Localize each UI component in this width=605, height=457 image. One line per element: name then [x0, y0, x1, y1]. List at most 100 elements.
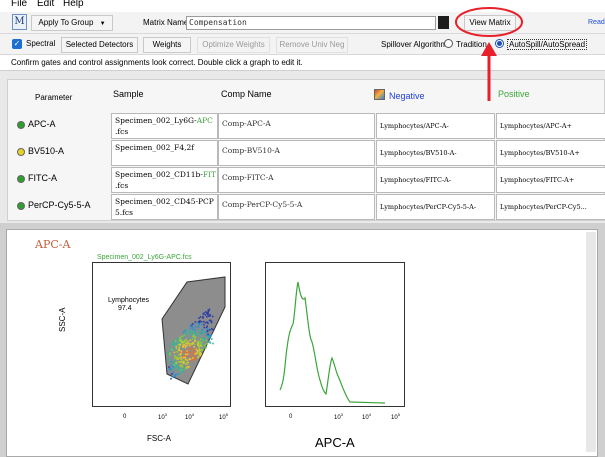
density-point — [177, 343, 180, 346]
vertical-scrollbar[interactable] — [586, 232, 596, 452]
density-point — [180, 350, 183, 353]
row-negative-gate[interactable]: Lymphocytes/APC-A- — [376, 113, 495, 139]
density-point — [196, 350, 199, 353]
density-point — [186, 351, 188, 354]
ready-link[interactable]: Read — [588, 19, 605, 26]
density-point — [196, 352, 198, 354]
controls-table: Parameter Sample Comp Name Negative Posi… — [7, 79, 605, 221]
density-point — [168, 368, 171, 371]
density-point — [189, 339, 192, 342]
scatter-ylabel: SSC-A — [58, 307, 67, 332]
row-sample-cell[interactable]: Specimen_002_CD45-PCP 5.fcs — [111, 194, 218, 220]
density-point — [181, 345, 184, 348]
panel-title: APC-A — [35, 238, 71, 251]
row-sample-ext: 5.fcs — [115, 208, 133, 217]
density-point — [174, 366, 177, 368]
density-point — [212, 328, 214, 331]
remove-univ-neg-button[interactable]: Remove Univ Neg — [276, 37, 348, 53]
density-point — [197, 356, 199, 359]
weights-button[interactable]: Weights — [143, 37, 191, 53]
row-comp-name-input[interactable]: Comp-PerCP-Cy5-5-A — [218, 194, 375, 220]
density-point — [178, 349, 180, 351]
row-comp-name-input[interactable]: Comp-APC-A — [218, 113, 375, 139]
density-point — [168, 350, 171, 352]
density-point — [192, 328, 194, 331]
selected-detectors-button[interactable]: Selected Detectors — [61, 37, 138, 53]
density-point — [191, 323, 194, 325]
density-point — [205, 334, 208, 336]
spectral-checkbox[interactable]: ✓ — [12, 39, 22, 49]
row-negative-gate[interactable]: Lymphocytes/BV510-A- — [376, 140, 495, 166]
density-point — [205, 311, 207, 313]
density-point — [172, 368, 175, 370]
density-point — [181, 360, 183, 362]
density-point — [177, 356, 179, 359]
density-point — [178, 361, 180, 363]
apply-to-group-button[interactable]: Apply To Group ▼ — [31, 15, 113, 31]
density-point — [200, 320, 203, 323]
density-point — [210, 321, 213, 324]
density-point — [185, 342, 187, 345]
scatter-plot[interactable] — [92, 262, 242, 408]
row-positive-gate[interactable]: Lymphocytes/FITC-A+ — [496, 167, 605, 193]
row-positive-gate[interactable]: Lymphocytes/APC-A+ — [496, 113, 605, 139]
view-matrix-button[interactable]: View Matrix — [464, 15, 516, 31]
scatter-tick-3: 103 — [158, 412, 167, 421]
row-comp-name-input[interactable]: Comp-FITC-A — [218, 167, 375, 193]
scatter-tick-5: 105 — [219, 412, 228, 421]
density-point — [194, 355, 196, 357]
row-parameter: FITC-A — [28, 173, 57, 183]
traditional-radio[interactable] — [444, 39, 453, 48]
gate-name-label: Lymphocytes — [108, 297, 149, 304]
row-positive-gate[interactable]: Lymphocytes/PerCP-Cy5... — [496, 194, 605, 220]
row-negative-gate[interactable]: Lymphocytes/FITC-A- — [376, 167, 495, 193]
row-sample-cell[interactable]: Specimen_002_CD11b-FIT .fcs — [111, 167, 218, 193]
density-point — [179, 370, 182, 372]
density-point — [181, 335, 184, 338]
menu-edit[interactable]: Edit — [37, 0, 54, 9]
row-positive-gate[interactable]: Lymphocytes/BV510-A+ — [496, 140, 605, 166]
density-point — [177, 366, 179, 368]
density-point — [185, 329, 188, 331]
row-comp-name-input[interactable]: Comp-BV510-A — [218, 140, 375, 166]
apply-to-group-label: Apply To Group — [38, 18, 94, 27]
app-icon: M — [12, 14, 27, 30]
matrix-name-input[interactable]: Compensation — [186, 16, 436, 30]
density-point — [206, 325, 208, 328]
density-point — [191, 359, 193, 362]
row-parameter: PerCP-Cy5-5-A — [28, 200, 91, 210]
density-point — [174, 355, 177, 358]
menu-help[interactable]: Help — [63, 0, 84, 9]
density-point — [177, 339, 179, 341]
header-sample: Sample — [113, 89, 144, 99]
hist-tick-5: 105 — [391, 412, 400, 421]
density-point — [179, 372, 182, 375]
row-sample-cell[interactable]: Specimen_002_F4,2f — [111, 140, 218, 166]
density-point — [200, 341, 203, 344]
density-point — [205, 331, 207, 333]
hist-tick-4: 104 — [362, 412, 371, 421]
density-point — [183, 356, 185, 359]
optimize-weights-button[interactable]: Optimize Weights — [197, 37, 270, 53]
density-point — [192, 326, 194, 329]
density-point — [201, 345, 203, 348]
color-swatch-button[interactable] — [438, 16, 449, 29]
density-point — [203, 320, 205, 323]
autospill-radio[interactable] — [495, 39, 504, 48]
density-point — [190, 348, 192, 350]
histogram-plot[interactable] — [265, 262, 407, 408]
density-point — [184, 356, 187, 359]
density-point — [204, 314, 207, 316]
row-negative-gate[interactable]: Lymphocytes/PerCP-Cy5-5-A- — [376, 194, 495, 220]
row-sample-cell[interactable]: Specimen_002_Ly6G-APC .fcs — [111, 113, 218, 139]
density-point — [201, 328, 204, 331]
density-point — [208, 336, 210, 338]
density-point — [167, 354, 170, 356]
menu-file[interactable]: File — [11, 0, 27, 9]
density-point — [172, 376, 174, 378]
density-point — [189, 331, 191, 333]
density-point — [169, 352, 171, 355]
density-point — [203, 337, 206, 339]
density-point — [176, 350, 179, 353]
density-point — [183, 362, 185, 364]
